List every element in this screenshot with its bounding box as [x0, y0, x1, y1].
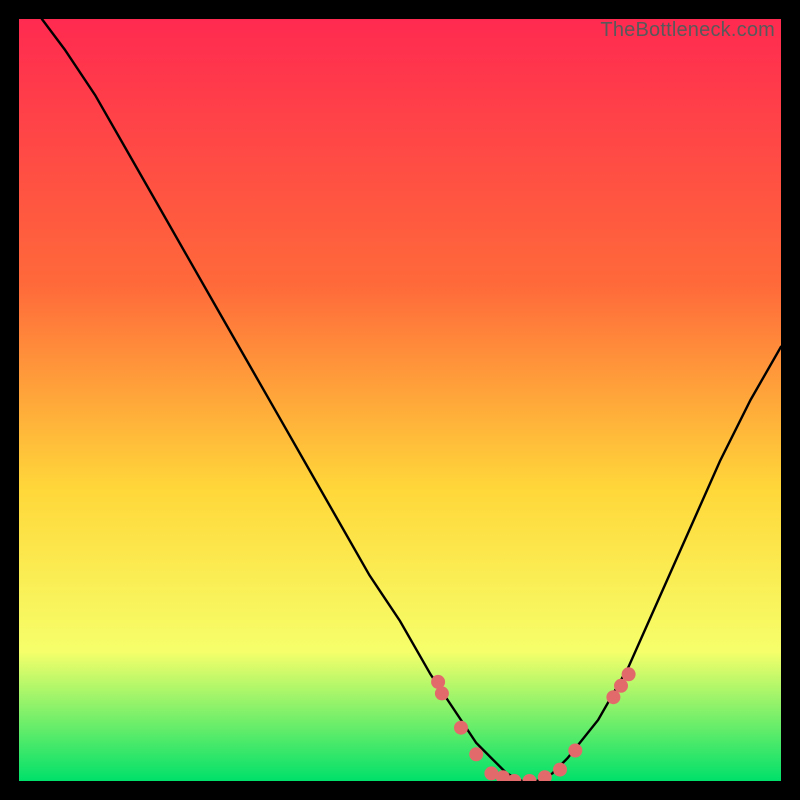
plot-frame: TheBottleneck.com: [19, 19, 781, 781]
data-point-marker: [469, 747, 483, 761]
data-point-marker: [606, 690, 620, 704]
gradient-background: [19, 19, 781, 781]
data-point-marker: [435, 686, 449, 700]
bottleneck-chart: [19, 19, 781, 781]
data-point-marker: [553, 763, 567, 777]
data-point-marker: [568, 744, 582, 758]
data-point-marker: [614, 679, 628, 693]
data-point-marker: [454, 721, 468, 735]
data-point-marker: [622, 667, 636, 681]
watermark-text: TheBottleneck.com: [600, 19, 775, 42]
